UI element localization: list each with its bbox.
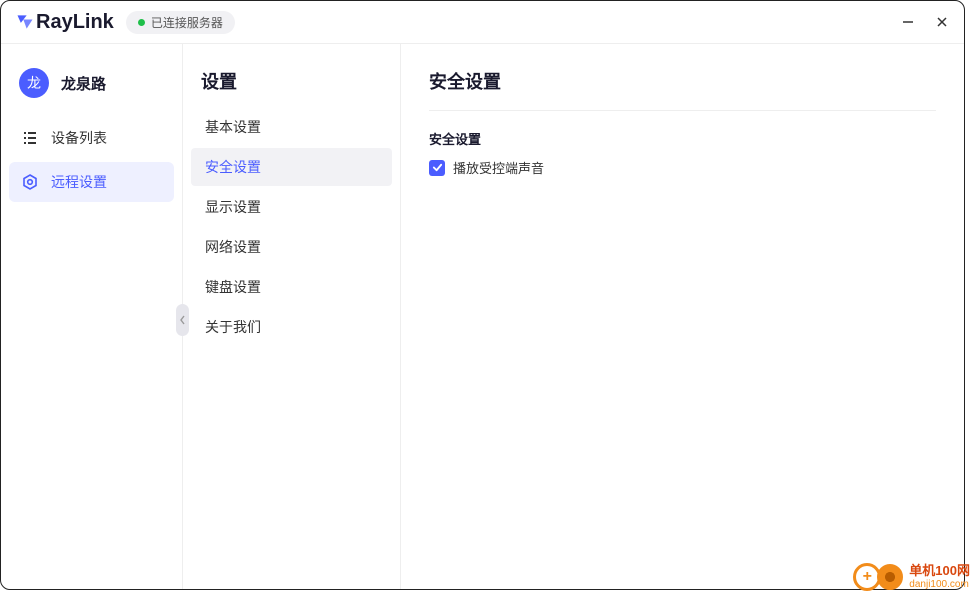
status-dot-icon <box>138 19 145 26</box>
sidebar-item-label: 设备列表 <box>51 128 107 148</box>
connection-status: 已连接服务器 <box>126 11 235 34</box>
settings-item-display[interactable]: 显示设置 <box>191 188 392 226</box>
collapse-handle[interactable] <box>176 304 189 336</box>
settings-nav: 设置 基本设置 安全设置 显示设置 网络设置 键盘设置 关于我们 <box>183 44 401 589</box>
watermark-text-top: 单机100网 <box>909 564 970 578</box>
content-title: 安全设置 <box>429 68 936 111</box>
window-controls <box>900 14 950 30</box>
app-name: RayLink <box>36 11 114 34</box>
profile[interactable]: 龙 龙泉路 <box>9 62 174 114</box>
status-text: 已连接服务器 <box>151 14 223 31</box>
watermark-circle-icon <box>877 564 903 590</box>
close-button[interactable] <box>934 14 950 30</box>
titlebar: RayLink 已连接服务器 <box>1 1 964 43</box>
checkbox-play-sound[interactable]: 播放受控端声音 <box>429 158 936 177</box>
sidebar-item-label: 远程设置 <box>51 172 107 192</box>
settings-item-keyboard[interactable]: 键盘设置 <box>191 268 392 306</box>
logo-icon <box>15 12 35 32</box>
sidebar: 龙 龙泉路 设备列表 <box>1 44 183 589</box>
app-window: RayLink 已连接服务器 龙 龙泉路 <box>0 0 965 590</box>
settings-item-security[interactable]: 安全设置 <box>191 148 392 186</box>
settings-item-basic[interactable]: 基本设置 <box>191 108 392 146</box>
checkbox-icon <box>429 160 445 176</box>
gear-hex-icon <box>21 173 39 191</box>
content-panel: 安全设置 安全设置 播放受控端声音 <box>401 44 964 589</box>
sidebar-item-remote-settings[interactable]: 远程设置 <box>9 162 174 202</box>
settings-item-about[interactable]: 关于我们 <box>191 308 392 346</box>
list-icon <box>21 129 39 147</box>
settings-title: 设置 <box>191 62 392 108</box>
watermark: + 单机100网 danji100.com <box>849 559 970 595</box>
section-header: 安全设置 <box>429 129 936 148</box>
app-body: 龙 龙泉路 设备列表 <box>1 43 964 589</box>
minimize-button[interactable] <box>900 14 916 30</box>
avatar: 龙 <box>19 68 49 98</box>
watermark-text-bottom: danji100.com <box>909 579 970 590</box>
sidebar-item-devices[interactable]: 设备列表 <box>9 118 174 158</box>
checkbox-label: 播放受控端声音 <box>453 158 544 177</box>
app-logo: RayLink <box>15 11 114 34</box>
profile-name: 龙泉路 <box>61 73 106 94</box>
settings-item-network[interactable]: 网络设置 <box>191 228 392 266</box>
